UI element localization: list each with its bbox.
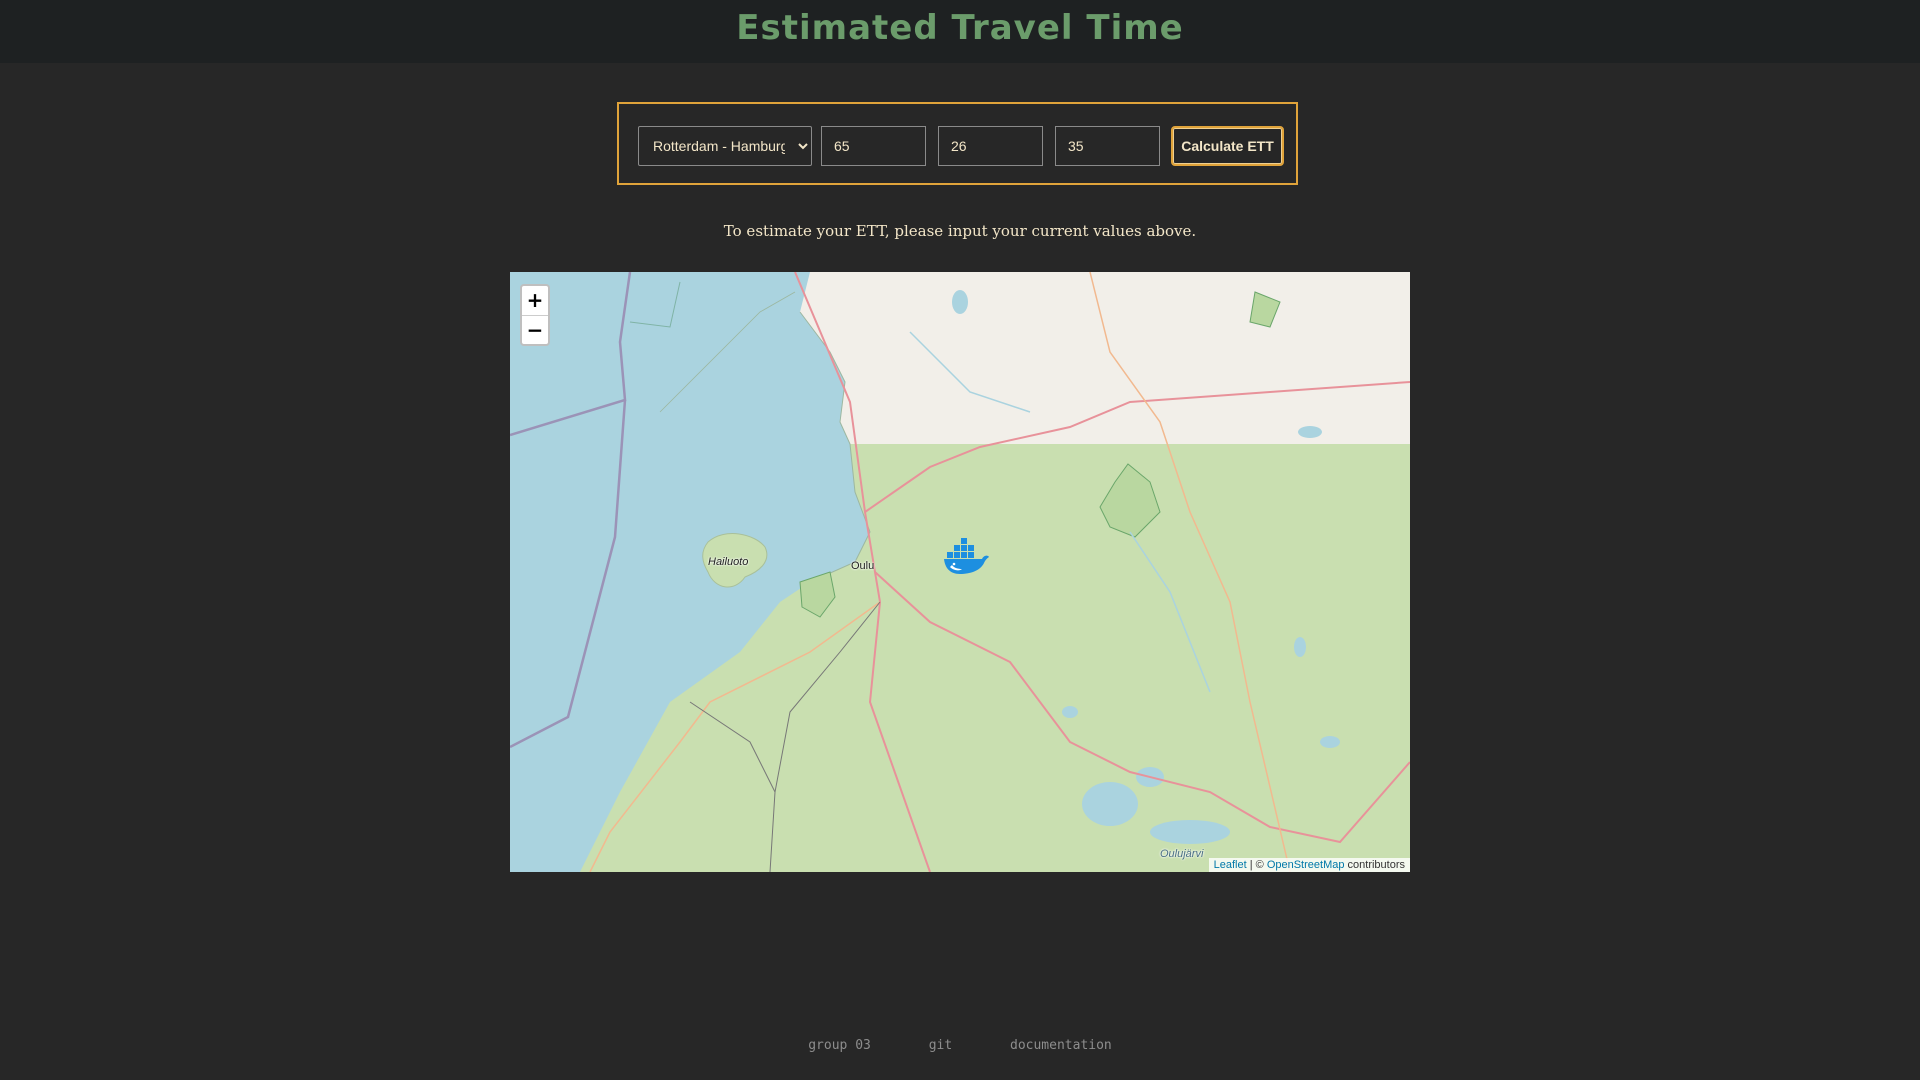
page-header: Estimated Travel Time bbox=[0, 0, 1920, 63]
route-select[interactable]: Rotterdam - Hamburg bbox=[638, 126, 812, 166]
ett-form: Rotterdam - Hamburg Calculate ETT bbox=[617, 102, 1298, 185]
calculate-ett-button[interactable]: Calculate ETT bbox=[1171, 126, 1284, 166]
map-attribution: Leaflet | © OpenStreetMap contributors bbox=[1208, 858, 1410, 872]
footer-group-link[interactable]: group 03 bbox=[808, 1038, 871, 1053]
footer-git-link[interactable]: git bbox=[929, 1038, 952, 1053]
attribution-suffix: contributors bbox=[1344, 859, 1405, 871]
zoom-in-button[interactable]: + bbox=[522, 286, 548, 316]
attribution-separator: | © bbox=[1246, 859, 1267, 871]
map-label-oulu: Oulu bbox=[851, 560, 875, 572]
leaflet-link[interactable]: Leaflet bbox=[1214, 859, 1247, 871]
map-label-oulujarvi: Oulujärvi bbox=[1160, 848, 1204, 860]
value-input-2[interactable] bbox=[938, 126, 1043, 166]
map-label-hailuoto: Hailuoto bbox=[708, 556, 749, 568]
ship-whale-icon[interactable] bbox=[942, 537, 990, 575]
page-footer: group 03 git documentation bbox=[0, 1038, 1920, 1053]
zoom-out-button[interactable]: − bbox=[522, 316, 548, 345]
hint-text: To estimate your ETT, please input your … bbox=[723, 222, 1197, 240]
openstreetmap-link[interactable]: OpenStreetMap bbox=[1267, 859, 1345, 871]
footer-documentation-link[interactable]: documentation bbox=[1010, 1038, 1112, 1053]
page-title: Estimated Travel Time bbox=[736, 8, 1184, 48]
value-input-1[interactable] bbox=[821, 126, 926, 166]
value-input-3[interactable] bbox=[1055, 126, 1160, 166]
map-view[interactable]: Hailuoto Oulu Oulujärvi + − Leaflet | © … bbox=[510, 272, 1410, 872]
zoom-control: + − bbox=[520, 284, 550, 346]
